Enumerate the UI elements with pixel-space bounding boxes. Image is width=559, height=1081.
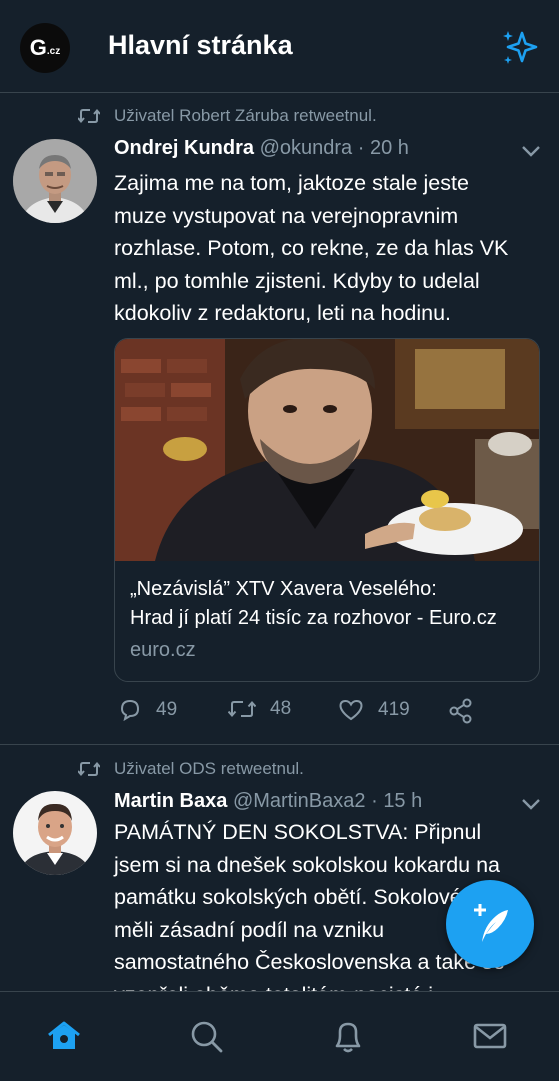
tweet-text-line: ml., po tomhle zjisteni. Kdyby to udelal bbox=[114, 268, 480, 293]
retweet-button[interactable]: 48 bbox=[228, 698, 291, 720]
chevron-down-icon[interactable] bbox=[520, 797, 542, 811]
author-handle[interactable]: @MartinBaxa2 bbox=[233, 790, 366, 812]
reply-button[interactable]: 49 bbox=[118, 698, 177, 722]
share-icon bbox=[449, 698, 472, 724]
author-name[interactable]: Martin Baxa bbox=[114, 790, 227, 812]
tweet-time: 15 h bbox=[383, 790, 423, 812]
link-preview-image bbox=[115, 339, 539, 561]
meta-separator: · bbox=[371, 790, 378, 812]
retweet-label: Uživatel ODS retweetnul. bbox=[114, 759, 304, 778]
retweet-small-icon bbox=[78, 761, 100, 777]
like-button[interactable]: 419 bbox=[338, 698, 410, 722]
compose-tweet-button[interactable] bbox=[446, 880, 534, 968]
tweet-actions: 49 48 419 bbox=[0, 698, 559, 728]
page-title: Hlavní stránka bbox=[108, 30, 293, 60]
tweet-text-line: Zajima me na tom, jaktoze stale jeste bbox=[114, 171, 469, 195]
logo-suffix: .cz bbox=[46, 46, 61, 57]
compose-feather-icon bbox=[474, 904, 508, 942]
author-handle[interactable]: @okundra bbox=[260, 137, 353, 159]
tweet-text: Zajima me na tom, jaktoze stale jeste mu… bbox=[114, 167, 544, 330]
tweet-text-line: kdokoliv z redaktoru, leti na hodinu. bbox=[114, 301, 452, 325]
reply-icon bbox=[120, 699, 140, 722]
notifications-icon[interactable] bbox=[330, 1018, 366, 1054]
avatar[interactable] bbox=[13, 791, 97, 875]
home-icon[interactable] bbox=[46, 1018, 82, 1054]
avatar[interactable] bbox=[13, 139, 97, 223]
sparkle-icon[interactable] bbox=[500, 28, 542, 68]
tweet-time: 20 h bbox=[369, 137, 409, 159]
retweet-indicator: Uživatel ODS retweetnul. bbox=[78, 757, 304, 781]
retweet-indicator: Uživatel Robert Záruba retweetnul. bbox=[78, 104, 377, 128]
retweet-count: 48 bbox=[270, 698, 292, 719]
retweet-label: Uživatel Robert Záruba retweetnul. bbox=[114, 106, 377, 125]
reply-count: 49 bbox=[156, 699, 178, 720]
tweet-text-line: PAMÁTNÝ DEN SOKOLSTVA: Připnul bbox=[114, 820, 482, 844]
meta-separator: · bbox=[357, 137, 365, 159]
logo-letter: G bbox=[29, 35, 47, 60]
chevron-down-icon[interactable] bbox=[520, 144, 542, 158]
link-preview-card[interactable]: „Nezávislá” XTV Xavera Veselého: Hrad jí… bbox=[114, 338, 540, 682]
avatar-image bbox=[13, 139, 97, 223]
avatar-image bbox=[13, 791, 97, 875]
tweet-text-line: jsem si na dnešek sokolskou kokardu na bbox=[114, 852, 501, 877]
top-app-bar: G .cz Hlavní stránka bbox=[0, 0, 559, 93]
tweet-header: Ondrej Kundra @okundra · 20 h bbox=[114, 137, 409, 160]
bottom-navigation bbox=[0, 991, 559, 1081]
link-preview-domain: euro.cz bbox=[130, 639, 196, 661]
search-icon[interactable] bbox=[188, 1018, 224, 1054]
share-button[interactable] bbox=[448, 698, 488, 724]
link-preview-title-line: „Nezávislá” XTV Xavera Veselého: bbox=[130, 578, 437, 600]
retweet-icon bbox=[228, 700, 256, 718]
link-preview-title: „Nezávislá” XTV Xavera Veselého: Hrad jí… bbox=[130, 575, 530, 633]
tweet-divider bbox=[0, 744, 559, 745]
heart-icon bbox=[339, 699, 363, 721]
tweet-header: Martin Baxa @MartinBaxa2 · 15 h bbox=[114, 790, 422, 813]
messages-icon[interactable] bbox=[472, 1018, 508, 1054]
profile-avatar-logo[interactable]: G .cz bbox=[20, 23, 70, 73]
link-preview-title-line: Hrad jí platí 24 tisíc za rozhovor - Eur… bbox=[130, 607, 497, 629]
like-count: 419 bbox=[378, 699, 410, 720]
author-name[interactable]: Ondrej Kundra bbox=[114, 137, 254, 159]
tweet-text-line: rozhlase. Potom, co rekne, ze da hlas VK bbox=[114, 236, 509, 260]
retweet-small-icon bbox=[78, 108, 100, 124]
tweet-text-line: muze vystupovat na verejnopravnim bbox=[114, 203, 459, 228]
